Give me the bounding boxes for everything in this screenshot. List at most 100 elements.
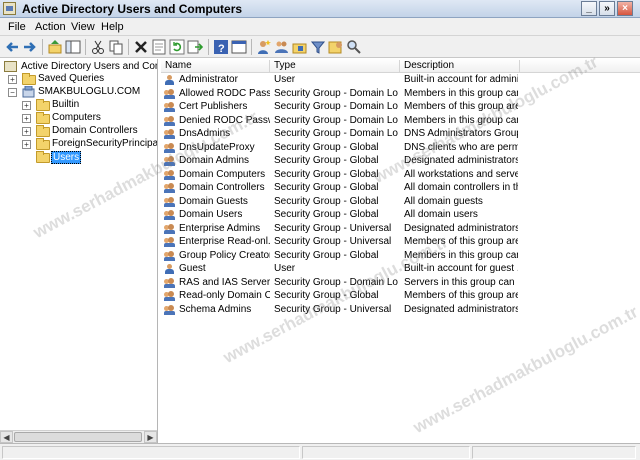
menu-view[interactable]: View xyxy=(71,21,95,33)
table-row[interactable]: Guest User Built-in account for guest ... xyxy=(161,263,640,277)
tree-item-label: Computers xyxy=(52,112,101,123)
cell-type: Security Group - Global xyxy=(274,155,379,166)
back-icon[interactable] xyxy=(4,39,20,55)
delete-icon[interactable] xyxy=(133,39,149,55)
scrollbar-thumb[interactable] xyxy=(14,432,142,442)
refresh-icon[interactable] xyxy=(169,39,185,55)
table-row[interactable]: Domain Users Security Group - Global All d… xyxy=(161,209,640,223)
cell-type: Security Group - Domain Local xyxy=(274,87,398,99)
expand-icon[interactable]: + xyxy=(22,114,31,123)
console-tree: Active Directory Users and Comput + Save… xyxy=(0,59,158,443)
cell-name: Schema Admins xyxy=(179,303,252,315)
menu-action[interactable]: Action xyxy=(35,21,66,33)
export-list-icon[interactable] xyxy=(187,39,204,55)
status-segment xyxy=(302,446,470,459)
help-icon[interactable]: ? xyxy=(213,39,229,55)
cell-desc: Members of this group are... xyxy=(404,101,518,112)
cut-icon[interactable] xyxy=(90,39,106,55)
status-bar xyxy=(0,443,640,460)
cell-name: Domain Controllers xyxy=(179,182,265,193)
add-to-group-icon[interactable] xyxy=(328,39,344,55)
expand-icon[interactable]: + xyxy=(22,127,31,136)
column-header-name[interactable]: Name xyxy=(161,60,270,73)
tree-item-builtin[interactable]: + Builtin xyxy=(0,99,157,112)
table-row[interactable]: Group Policy Creator... Security Group - … xyxy=(161,250,640,264)
toolbar-separator xyxy=(85,39,86,55)
folder-icon xyxy=(36,99,50,111)
table-row[interactable]: Read-only Domain C... Security Group - Gl… xyxy=(161,290,640,304)
security-group-icon xyxy=(164,277,175,288)
tree-item-domain[interactable]: − SMAKBULOGLU.COM xyxy=(0,85,157,99)
cell-type: Security Group - Domain Local xyxy=(274,128,398,139)
properties-icon[interactable] xyxy=(151,39,167,55)
cell-desc: Members of this group are... xyxy=(404,290,518,301)
table-row[interactable]: Administrator User Built-in account for ad… xyxy=(161,74,640,88)
tree-item-users[interactable]: Users xyxy=(0,151,157,164)
menu-file[interactable]: File xyxy=(8,21,26,33)
table-row[interactable]: Domain Admins Security Group - Global Desi… xyxy=(161,155,640,169)
restore-button[interactable]: » xyxy=(599,1,615,16)
expand-icon[interactable]: + xyxy=(22,140,31,149)
security-group-icon xyxy=(164,115,175,126)
new-ou-icon[interactable] xyxy=(292,39,308,55)
tree-horizontal-scrollbar[interactable]: ◀ ▶ xyxy=(0,430,157,443)
show-console-tree-icon[interactable] xyxy=(65,39,81,55)
table-row[interactable]: RAS and IAS Servers Security Group - Doma… xyxy=(161,277,640,291)
table-row[interactable]: Domain Guests Security Group - Global All … xyxy=(161,196,640,210)
cell-type: Security Group - Universal xyxy=(274,222,392,234)
cell-name: Domain Users xyxy=(179,209,243,220)
tree-item-saved-queries[interactable]: + Saved Queries xyxy=(0,73,157,86)
window-title: Active Directory Users and Computers xyxy=(22,2,243,16)
scroll-left-icon[interactable]: ◀ xyxy=(0,431,13,443)
table-row[interactable]: Schema Admins Security Group - Universal D… xyxy=(161,304,640,318)
copy-icon[interactable] xyxy=(108,39,124,55)
console-icon[interactable] xyxy=(231,39,247,55)
tree-item-domain-controllers[interactable]: + Domain Controllers xyxy=(0,125,157,138)
close-button[interactable]: × xyxy=(617,1,633,16)
scroll-right-icon[interactable]: ▶ xyxy=(144,431,157,443)
new-user-icon[interactable] xyxy=(256,39,272,55)
aduc-root-icon xyxy=(4,61,17,72)
filter-icon[interactable] xyxy=(310,39,326,55)
table-row[interactable]: Enterprise Read-onl... Security Group - U… xyxy=(161,236,640,250)
table-row[interactable]: Domain Computers Security Group - Global A… xyxy=(161,169,640,183)
status-segment xyxy=(472,446,636,459)
list-header: Name Type Description xyxy=(161,59,640,73)
find-icon[interactable] xyxy=(346,39,362,55)
forward-icon[interactable] xyxy=(22,39,38,55)
table-row[interactable]: DnsAdmins Security Group - Domain Local DN… xyxy=(161,128,640,142)
tree-item-computers[interactable]: + Computers xyxy=(0,112,157,125)
cell-name: Guest xyxy=(179,263,206,274)
cell-desc: All workstations and serve... xyxy=(404,168,518,180)
column-header-type[interactable]: Type xyxy=(270,60,400,73)
expand-icon[interactable]: + xyxy=(8,75,17,84)
collapse-icon[interactable]: − xyxy=(8,88,17,97)
table-row[interactable]: Enterprise Admins Security Group - Univer… xyxy=(161,223,640,237)
cell-desc: Servers in this group can ... xyxy=(404,276,518,288)
menu-help[interactable]: Help xyxy=(101,21,124,33)
column-header-description[interactable]: Description xyxy=(400,60,520,73)
ou-folder-icon xyxy=(36,125,50,137)
table-row[interactable]: Domain Controllers Security Group - Globa… xyxy=(161,182,640,196)
cell-desc: Designated administrators... xyxy=(404,155,518,166)
tree-item-foreign-security-principals[interactable]: + ForeignSecurityPrincipals xyxy=(0,138,157,151)
cell-name: Allowed RODC Pass... xyxy=(179,87,270,99)
table-row[interactable]: DnsUpdateProxy Security Group - Global DNS… xyxy=(161,142,640,156)
aduc-app-icon xyxy=(3,2,16,15)
table-row[interactable]: Denied RODC Passw... Security Group - Dom… xyxy=(161,115,640,129)
toolbar: ? xyxy=(0,36,640,58)
minimize-button[interactable]: _ xyxy=(581,1,597,16)
status-segment xyxy=(2,446,300,459)
cell-desc: All domain guests xyxy=(404,195,483,207)
cell-name: DnsUpdateProxy xyxy=(179,141,255,153)
table-row[interactable]: Allowed RODC Pass... Security Group - Dom… xyxy=(161,88,640,102)
security-group-icon xyxy=(164,88,175,99)
cell-name: RAS and IAS Servers xyxy=(179,276,270,288)
cell-type: User xyxy=(274,74,296,85)
expand-icon[interactable]: + xyxy=(22,101,31,110)
cell-desc: DNS Administrators Group xyxy=(404,128,518,139)
table-row[interactable]: Cert Publishers Security Group - Domain L… xyxy=(161,101,640,115)
up-icon[interactable] xyxy=(47,39,63,55)
new-group-icon[interactable] xyxy=(274,39,290,55)
folder-icon xyxy=(36,112,50,124)
